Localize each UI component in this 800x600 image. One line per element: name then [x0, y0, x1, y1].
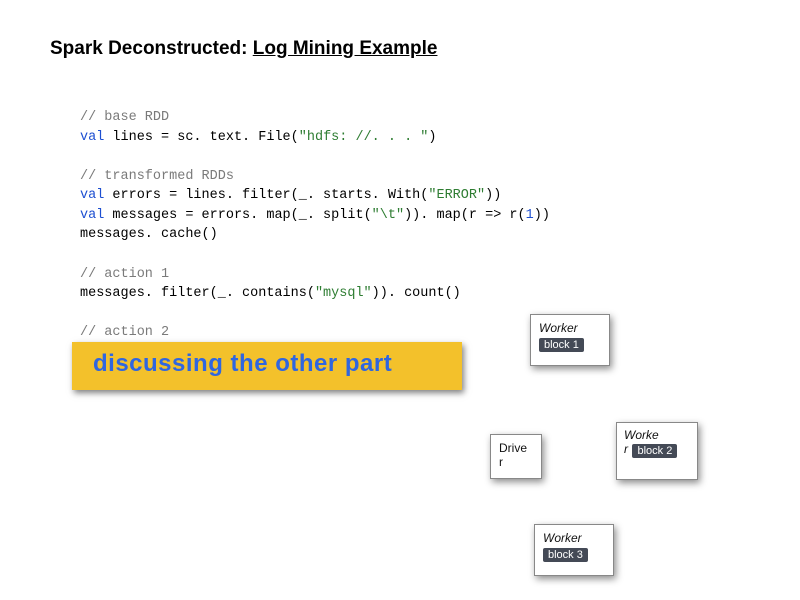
- driver-label-l1: Drive: [499, 441, 533, 455]
- code-block: // base RDD val lines = sc. text. File("…: [80, 108, 550, 362]
- code-string: "\t": [372, 208, 404, 223]
- driver-label-l2: r: [499, 455, 533, 469]
- worker-node-3: Worker block 3: [534, 524, 614, 576]
- code-text: lines = sc. text. File(: [112, 130, 298, 145]
- code-comment: // base RDD: [80, 110, 169, 125]
- worker-node-2: Worke r block 2: [616, 422, 698, 480]
- page-title: Spark Deconstructed: Log Mining Example: [50, 38, 437, 60]
- code-comment: // transformed RDDs: [80, 169, 234, 184]
- code-text: )). map(r => r(: [404, 208, 526, 223]
- code-string: "hdfs: //. . . ": [299, 130, 429, 145]
- code-text: messages = errors. map(_. split(: [112, 208, 371, 223]
- code-number: 1: [526, 208, 534, 223]
- code-text: messages. filter(_. contains(: [80, 286, 315, 301]
- worker-label-l1: Worke: [624, 428, 690, 442]
- worker-label-l2: r: [624, 442, 628, 456]
- code-string: "ERROR": [428, 188, 485, 203]
- worker-node-1: Worker block 1: [530, 314, 610, 366]
- code-text: ): [428, 130, 436, 145]
- block-tag-1: block 1: [539, 338, 584, 352]
- code-text: errors = lines. filter(_. starts. With(: [112, 188, 428, 203]
- title-bold: Spark Deconstructed:: [50, 38, 247, 59]
- code-keyword: val: [80, 208, 104, 223]
- code-text: )): [485, 188, 501, 203]
- code-keyword: val: [80, 130, 104, 145]
- code-keyword: val: [80, 188, 104, 203]
- worker-label: Worker: [539, 321, 601, 335]
- title-underline: Log Mining Example: [253, 38, 438, 59]
- code-string: "mysql": [315, 286, 372, 301]
- block-tag-2: block 2: [632, 444, 677, 458]
- code-text: )): [534, 208, 550, 223]
- code-text: messages. cache(): [80, 227, 218, 242]
- code-text: )). count(): [372, 286, 461, 301]
- code-comment: // action 2: [80, 325, 169, 340]
- overlay-main-text: discussing the other part: [93, 350, 392, 378]
- worker-label: Worker: [543, 531, 605, 545]
- driver-node: Drive r: [490, 434, 542, 479]
- block-tag-3: block 3: [543, 548, 588, 562]
- code-comment: // action 1: [80, 267, 169, 282]
